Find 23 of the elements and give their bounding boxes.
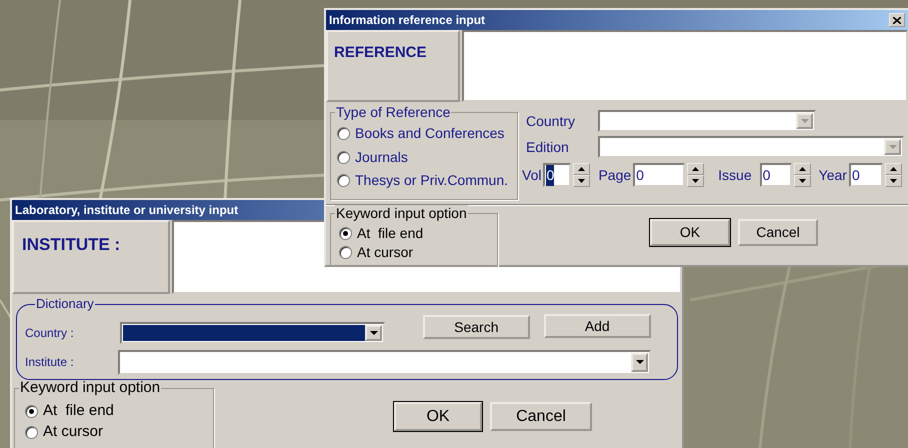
- group-title: Keyword input option: [19, 380, 162, 396]
- field-label: REFERENCE: [334, 44, 427, 61]
- field-label: Vol: [522, 166, 542, 184]
- field-label: Issue: [718, 166, 752, 184]
- field-label: Institute :: [25, 354, 75, 371]
- group-title: Keyword input option: [335, 205, 468, 221]
- radio-label: At cursor: [357, 243, 414, 262]
- radio-label: At file end: [43, 401, 114, 422]
- group-title: Type of Reference: [335, 104, 452, 120]
- field-label: INSTITUTE :: [22, 235, 120, 254]
- radio-label: Journals: [355, 148, 408, 167]
- radio-label: At cursor: [43, 422, 104, 442]
- field-label: Edition: [526, 138, 570, 156]
- field-label: Year: [818, 166, 847, 184]
- field-label: Country :: [25, 325, 75, 342]
- radio-label: Books and Conferences: [355, 124, 504, 144]
- radio-label: Thesys or Priv.Commun.: [355, 171, 508, 190]
- group-title: Dictionary: [35, 296, 95, 312]
- window-title: Laboratory, institute or university input: [15, 202, 238, 219]
- window-title: Information reference input: [329, 12, 486, 29]
- radio-label: At file end: [357, 224, 424, 243]
- field-label: Country: [526, 112, 576, 131]
- field-label: Page: [598, 166, 632, 185]
